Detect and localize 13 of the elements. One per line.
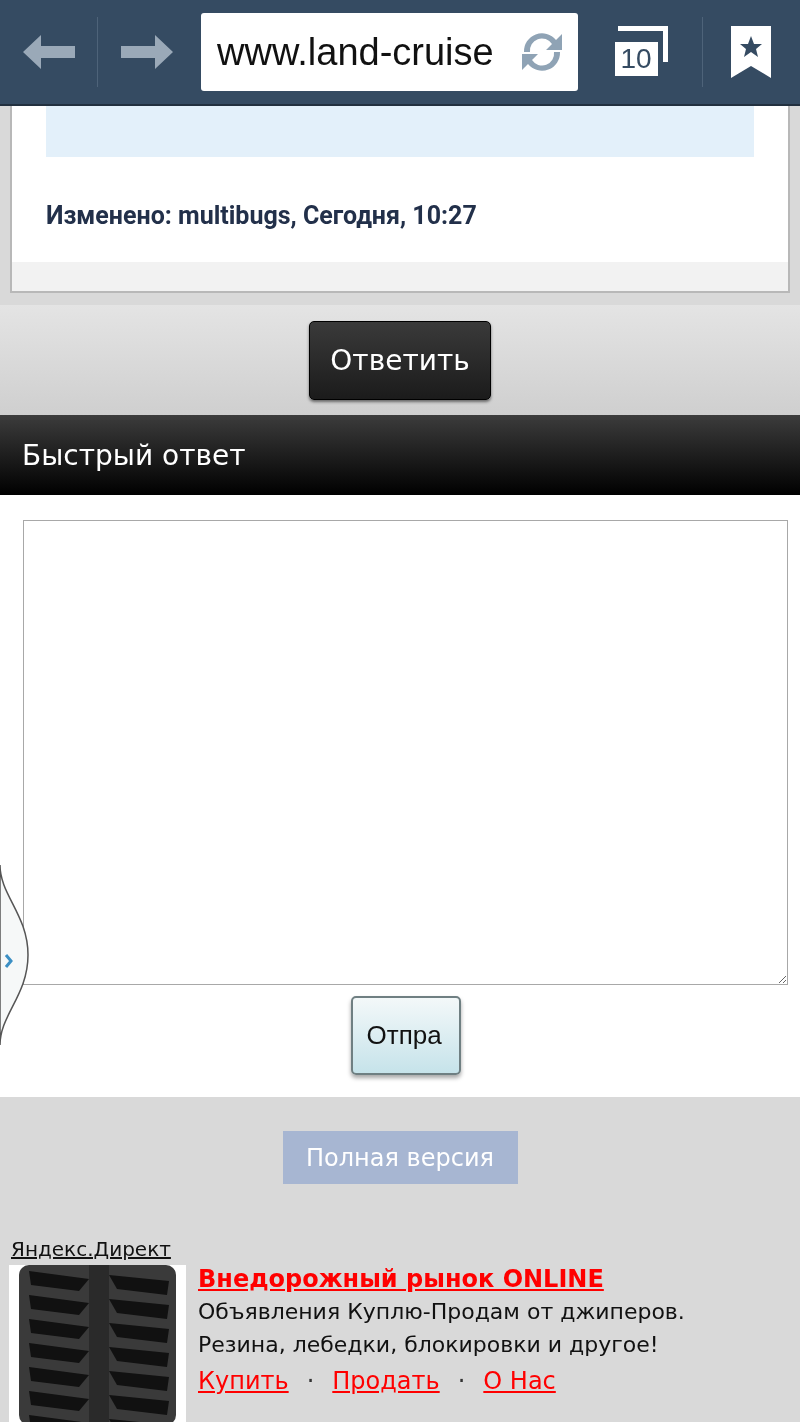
separator-dot: · xyxy=(306,1367,315,1395)
back-arrow-icon[interactable] xyxy=(22,35,75,69)
ad-source-link[interactable]: Яндекс.Директ xyxy=(11,1237,171,1261)
section-title: Быстрый ответ xyxy=(22,438,246,472)
ad-description: Объявления Куплю-Продам от джиперов. Резина, лебедки, блокировки и другое! xyxy=(198,1298,685,1359)
tabs-button[interactable]: 10 xyxy=(604,12,678,92)
separator-dot: · xyxy=(457,1367,466,1395)
reply-button[interactable]: Ответить xyxy=(309,320,491,400)
side-panel-handle[interactable] xyxy=(0,865,32,1045)
forward-arrow-icon[interactable] xyxy=(120,35,173,69)
edited-note: Изменено: multibugs, Сегодня, 10:27 xyxy=(46,201,478,230)
send-button[interactable]: Отпра xyxy=(350,996,461,1075)
url-field[interactable]: www.land-cruise xyxy=(201,13,579,91)
